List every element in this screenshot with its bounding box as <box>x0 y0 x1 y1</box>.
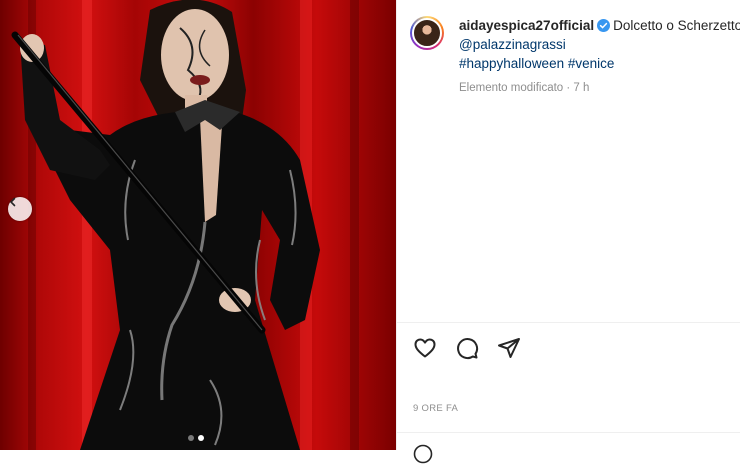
post-side-panel: aidayespica27official Dolcetto o Scherzet… <box>396 0 740 464</box>
post-media[interactable] <box>0 0 396 450</box>
post-timestamp: 9 ORE FA <box>413 403 459 414</box>
caption: aidayespica27official Dolcetto o Scherzet… <box>459 16 740 98</box>
emoji-icon[interactable] <box>413 444 433 464</box>
mention-link[interactable]: @palazzinagrassi <box>459 37 566 52</box>
avatar[interactable] <box>410 16 444 50</box>
share-icon <box>498 338 520 358</box>
share-button[interactable] <box>496 335 522 361</box>
divider <box>397 432 740 433</box>
previous-slide-button[interactable] <box>8 197 32 221</box>
carousel-indicator <box>188 435 204 441</box>
hashtag-link[interactable]: #happyhalloween <box>459 56 564 71</box>
edited-meta: Elemento modificato · 7 h <box>459 82 590 94</box>
caption-row: aidayespica27official Dolcetto o Scherzet… <box>410 16 740 98</box>
action-bar <box>412 335 522 361</box>
verified-badge-icon <box>597 19 611 32</box>
hashtag-link[interactable]: #venice <box>568 56 615 71</box>
username-link[interactable]: aidayespica27official <box>459 18 594 33</box>
caption-text: Dolcetto o Scherzetto <box>613 18 740 33</box>
comment-icon <box>457 338 479 360</box>
like-button[interactable] <box>412 335 438 361</box>
comment-button[interactable] <box>454 335 480 361</box>
chevron-left-icon <box>9 197 16 207</box>
heart-icon <box>414 338 436 358</box>
divider <box>397 322 740 323</box>
post-photo <box>11 0 359 450</box>
avatar-image <box>412 18 442 48</box>
carousel-dot <box>188 435 194 441</box>
carousel-dot-active <box>198 435 204 441</box>
caption-first-line: aidayespica27official Dolcetto o Scherzet… <box>459 16 740 35</box>
